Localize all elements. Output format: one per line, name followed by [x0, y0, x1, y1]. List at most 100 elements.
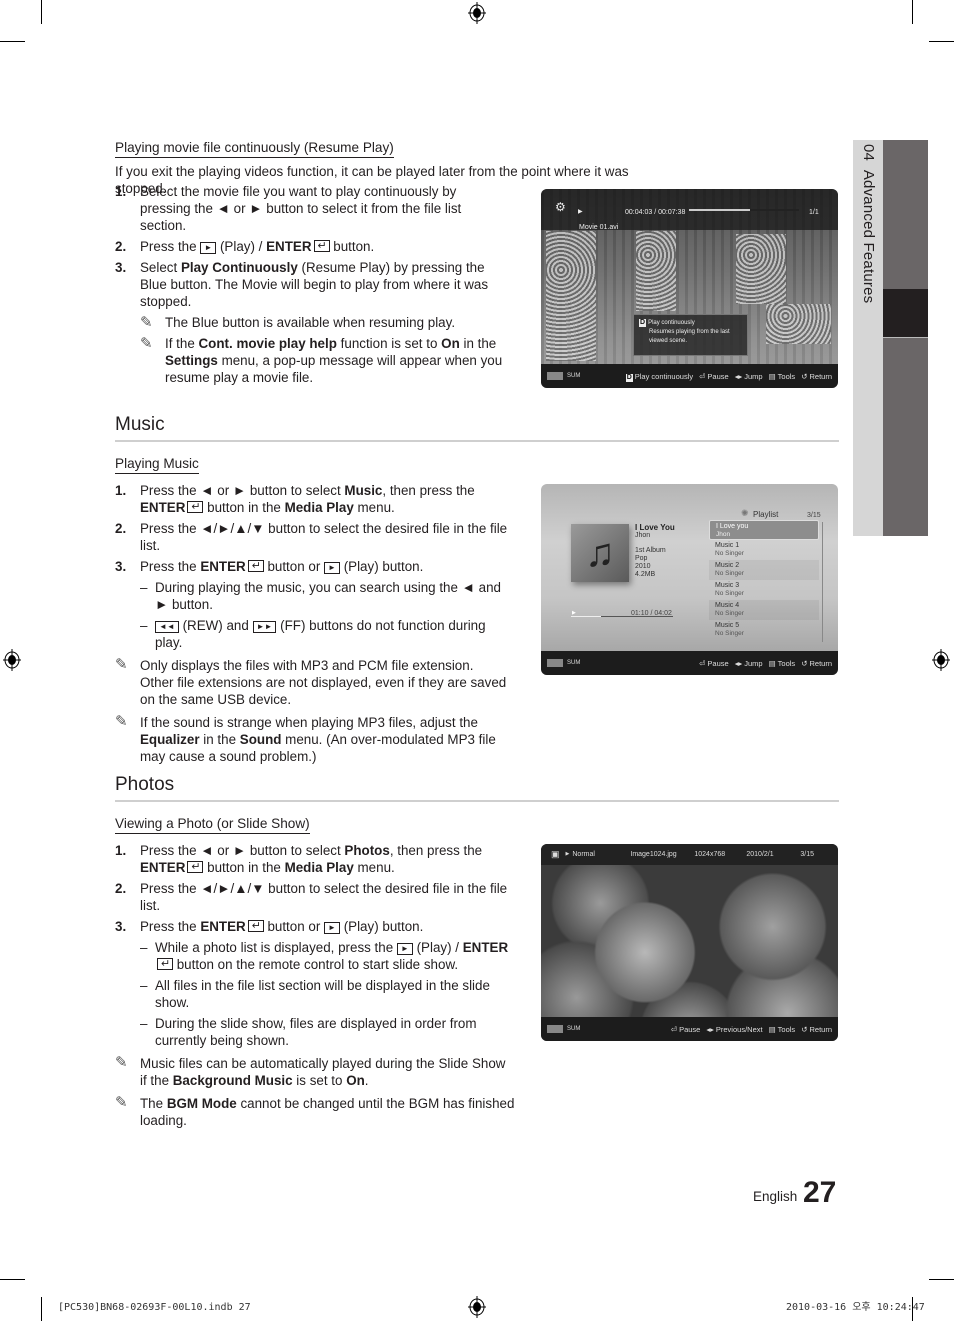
- chapter-number: 04: [860, 144, 877, 162]
- playlist-item[interactable]: Music 2 No Singer: [709, 560, 819, 580]
- photo-filename: Image1024.jpg: [630, 851, 677, 858]
- footer-language: English: [753, 1189, 798, 1204]
- sum-icon: [547, 659, 563, 667]
- enter-key-icon: [187, 499, 204, 516]
- enter-key-icon: [247, 558, 264, 575]
- resume-popup: D Play continuously Resumes playing from …: [633, 314, 748, 356]
- photo-mode: Normal: [572, 851, 595, 858]
- giraffe-image: [736, 234, 786, 304]
- giraffe-image: [766, 304, 831, 344]
- crop-mark: [41, 0, 42, 24]
- return-control: ↺ Return: [801, 658, 832, 668]
- playlist-item[interactable]: I Love you Jhon: [709, 520, 819, 540]
- music-section: Playing Music 1. Press the ◄ or ► button …: [115, 455, 510, 765]
- left-right-icon: ◂▸: [734, 371, 743, 381]
- photo-date: 2010/2/1: [746, 851, 774, 858]
- play-state-icon: ▶: [572, 610, 576, 616]
- note: ✎ If the sound is strange when playing MP…: [115, 713, 496, 764]
- tools-control: ▤ Tools: [768, 658, 796, 668]
- giraffe-image: [636, 231, 676, 311]
- note: ✎ Only displays the files with MP3 and PC…: [115, 656, 507, 707]
- step: 1. Select the movie file you want to play…: [115, 184, 462, 233]
- pause-control: ⏎ Pause: [699, 658, 729, 668]
- playlist-item[interactable]: Music 3 No Singer: [709, 580, 819, 600]
- enter-icon: ⏎: [699, 371, 706, 381]
- playlist-scrollbar[interactable]: [822, 522, 823, 642]
- page-number: 27: [803, 1176, 837, 1209]
- play-continuously-control: D Play continuously: [625, 371, 694, 382]
- d-key-icon: D: [625, 373, 633, 382]
- dash-item: – During playing the music, you can searc…: [140, 580, 501, 612]
- pencil-note-icon: ✎: [140, 314, 153, 331]
- photo-icon: ▣: [551, 849, 560, 859]
- chapter-title: Advanced Features: [860, 169, 877, 304]
- print-slug-left: [PC530]BN68-02693F-00L10.indb 27: [58, 1302, 251, 1313]
- movie-progress-fill: [689, 209, 750, 211]
- music-time: 01:10 / 04:02: [631, 610, 672, 617]
- pause-control: ⏎ Pause: [670, 1024, 701, 1034]
- tools-icon: ▤: [768, 371, 776, 381]
- giraffe-image: [546, 231, 596, 361]
- return-icon: ↺: [801, 658, 808, 668]
- dash-item: – While a photo list is displayed, press …: [140, 939, 515, 973]
- chapter-tab-bar: [883, 140, 928, 536]
- movie-player-screenshot: ⚙ ▶ 00:04:03 / 00:07:38 1/1 Movie 01.avi…: [541, 189, 838, 388]
- photo-resolution: 1024x768: [694, 851, 726, 858]
- chapter-tab-indicator: [883, 289, 928, 338]
- photo-counter: 3/15: [800, 851, 814, 858]
- pause-control: ⏎ Pause: [699, 371, 729, 381]
- step: 3.Press the ENTER button or ► (Play) but…: [115, 558, 510, 651]
- film-reel-icon: ⚙: [555, 200, 566, 214]
- photo-control-bar: SUM ⏎ Pause ◂▸ Previous/Next ▤ Tools ↺ Retur…: [541, 1017, 838, 1041]
- music-section-title: Music: [115, 414, 839, 442]
- playlist-item[interactable]: Music 1 No Singer: [709, 540, 819, 560]
- registration-mark-icon: [932, 649, 950, 671]
- photos-subhead: Viewing a Photo (or Slide Show): [115, 816, 310, 834]
- movie-counter: 1/1: [809, 209, 819, 216]
- registration-mark-icon: [3, 649, 21, 671]
- photos-section: Viewing a Photo (or Slide Show) 1. Press …: [115, 815, 515, 1129]
- movie-control-bar: SUM D Play continuously ⏎ Pause ◂▸ Jump ▤ To…: [541, 364, 838, 388]
- note: ✎ The BGM Mode cannot be changed until th…: [115, 1094, 515, 1128]
- photo-viewer-screenshot: ▣ ▶ Normal Image1024.jpg 1024x768 2010/2…: [541, 844, 838, 1041]
- enter-key-icon: [313, 238, 330, 255]
- enter-icon: ⏎: [670, 1024, 678, 1034]
- rew-key-icon: ◄◄: [155, 621, 179, 633]
- step: 2. Press the ◄/►/▲/▼ button to select the…: [115, 521, 508, 553]
- dash-item: – During the slide show, files are displa…: [140, 1016, 477, 1048]
- step: 2.Press the ► (Play) / ENTER button.: [115, 238, 505, 255]
- crop-mark: [929, 41, 954, 42]
- step: 2. Press the ◄/►/▲/▼ button to select the…: [115, 881, 508, 913]
- crop-mark: [929, 1279, 954, 1280]
- jump-control: ◂▸ Jump: [734, 371, 763, 381]
- crop-mark: [0, 1279, 25, 1280]
- movie-info-bar: ⚙ ▶ 00:04:03 / 00:07:38 1/1 Movie 01.avi: [541, 189, 838, 231]
- dash-item: – ◄◄ (REW) and ►► (FF) buttons do not fun…: [140, 618, 486, 650]
- resume-play-steps: 1. Select the movie file you want to play…: [115, 183, 505, 390]
- step: 3. Select Play Continuously (Resume Play)…: [115, 259, 505, 386]
- return-icon: ↺: [801, 1024, 808, 1034]
- previous-next-control: ◂▸ Previous/Next: [706, 1024, 763, 1034]
- sum-icon: [547, 1025, 563, 1033]
- crop-mark: [912, 0, 913, 24]
- left-right-icon: ◂▸: [734, 658, 743, 668]
- music-player-screenshot: ✺ Playlist 3/15 ♫ I Love You Jhon 1st Al…: [541, 484, 838, 675]
- play-key-icon: ►: [396, 943, 413, 955]
- dash-item: – All files in the file list section will…: [140, 978, 490, 1010]
- return-control: ↺ Return: [801, 1024, 832, 1034]
- note: ✎ The Blue button is available when resum…: [140, 314, 456, 331]
- d-key-icon: D: [639, 319, 647, 327]
- pencil-note-icon: ✎: [115, 713, 128, 730]
- jump-control: ◂▸ Jump: [734, 658, 763, 668]
- album-art-music-note-icon: ♫: [571, 524, 629, 582]
- pencil-note-icon: ✎: [140, 335, 153, 352]
- playlist-item[interactable]: Music 4 No Singer: [709, 600, 819, 620]
- playlist-item[interactable]: Music 5 No Singer: [709, 620, 819, 640]
- movie-time: 00:04:03 / 00:07:38: [625, 209, 686, 216]
- return-control: ↺ Return: [801, 371, 832, 381]
- music-progress-track: [571, 616, 673, 617]
- crop-mark: [0, 41, 25, 42]
- playlist: I Love you Jhon Music 1 No Singer Music 2N…: [709, 520, 819, 640]
- resume-play-subhead: Playing movie file continuously (Resume …: [115, 140, 394, 158]
- return-icon: ↺: [801, 371, 808, 381]
